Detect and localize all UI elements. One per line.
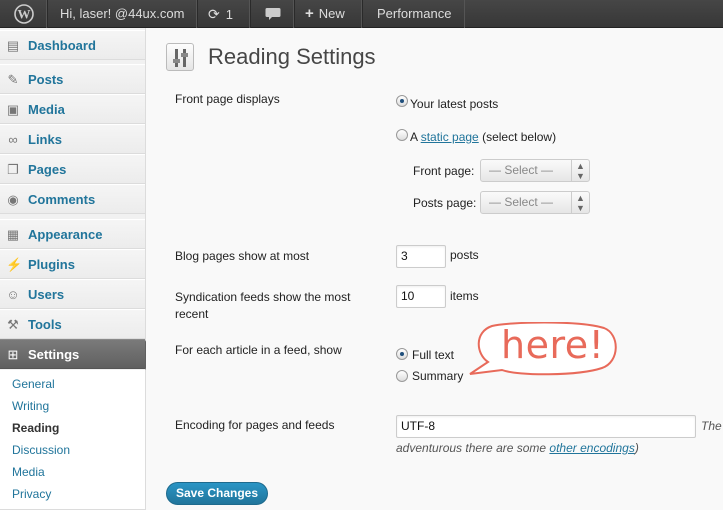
media-icon: ▣ <box>6 102 20 117</box>
sidebar-item-label: Tools <box>28 317 62 332</box>
sidebar-item-label: Plugins <box>28 257 75 272</box>
new-content-button[interactable]: + New <box>294 0 362 28</box>
refresh-icon: ⟳ <box>208 6 220 22</box>
syndication-label: Syndication feeds show the most recent <box>175 290 351 321</box>
link-icon: ∞ <box>8 132 18 147</box>
select-arrows-icon: ▲ ▼ <box>571 160 589 181</box>
select-value: — Select — <box>489 195 554 209</box>
submenu-reading[interactable]: Reading <box>12 417 59 439</box>
submenu-discussion[interactable]: Discussion <box>12 439 70 461</box>
sidebar-item-label: Settings <box>28 347 80 362</box>
feed-article-label: For each article in a feed, show <box>175 343 342 357</box>
radio-full-text[interactable] <box>396 348 408 360</box>
submenu-writing[interactable]: Writing <box>12 395 49 417</box>
encoding-label: Encoding for pages and feeds <box>175 418 335 432</box>
submenu-media[interactable]: Media <box>12 461 45 483</box>
sidebar-item-appearance[interactable]: ▦ Appearance <box>0 219 145 249</box>
front-page-select-label: Front page: <box>413 164 475 178</box>
blog-pages-label: Blog pages show at most <box>175 249 310 263</box>
sidebar-item-dashboard[interactable]: ▤ Dashboard <box>0 30 145 60</box>
save-changes-button[interactable]: Save Changes <box>166 482 268 505</box>
users-icon: ☺ <box>6 287 20 302</box>
svg-text:W: W <box>18 7 31 22</box>
blog-charset-input[interactable]: UTF-8 <box>396 415 696 438</box>
select-arrows-icon: ▲ ▼ <box>571 192 589 213</box>
radio-summary-label[interactable]: Summary <box>412 369 463 383</box>
sidebar-item-label: Users <box>28 287 65 302</box>
account-menu[interactable]: Hi, laser! @44ux.com <box>47 0 197 28</box>
encoding-desc-end: ) <box>634 441 639 455</box>
sidebar-item-label: Dashboard <box>28 38 96 53</box>
sidebar-item-pages[interactable]: ❐ Pages <box>0 154 145 184</box>
static-prefix: A <box>410 130 421 144</box>
items-unit: items <box>450 289 479 303</box>
sidebar-item-settings[interactable]: ⊞ Settings <box>0 339 154 370</box>
sidebar-item-users[interactable]: ☺ Users <box>0 279 145 309</box>
radio-static-page-label[interactable]: A static page (select below) <box>410 130 556 144</box>
admin-sidebar: ▤ Dashboard ✎ Posts ▣ Media ∞ Links ❐ Pages ◉… <box>0 28 154 510</box>
updates-count: 1 <box>225 7 233 22</box>
submenu-privacy[interactable]: Privacy <box>12 483 51 505</box>
other-encodings-link[interactable]: other encodings <box>549 441 634 455</box>
wordpress-logo-icon[interactable]: W <box>0 0 47 28</box>
here-callout-text: here! <box>501 323 605 367</box>
settings-icon: ⊞ <box>7 347 19 362</box>
sidebar-item-media[interactable]: ▣ Media <box>0 94 145 124</box>
select-value: — Select — <box>489 163 554 177</box>
appearance-icon: ▦ <box>6 227 20 242</box>
front-page-displays-label: Front page displays <box>175 92 280 106</box>
sidebar-item-label: Posts <box>28 72 64 87</box>
radio-static-page[interactable] <box>396 129 408 141</box>
encoding-desc: adventurous there are some other encodin… <box>396 440 639 457</box>
sidebar-item-label: Links <box>28 132 62 147</box>
comment-bubble-icon <box>265 8 281 20</box>
radio-full-text-label[interactable]: Full text <box>412 348 454 362</box>
dashboard-icon: ▤ <box>6 38 20 53</box>
pages-icon: ❐ <box>7 162 19 177</box>
encoding-desc-text: adventurous there are some <box>396 441 550 455</box>
encoding-desc-start: The <box>701 419 722 433</box>
sidebar-item-plugins[interactable]: ⚡ Plugins <box>0 249 145 279</box>
sidebar-item-posts[interactable]: ✎ Posts <box>0 64 145 94</box>
admin-bar: W Hi, laser! @44ux.com ⟳ 1 + New Performan… <box>0 0 723 28</box>
front-page-select[interactable]: — Select — ▲ ▼ <box>480 159 590 182</box>
plus-icon: + <box>305 5 314 22</box>
comment-icon: ◉ <box>7 192 19 207</box>
howdy-text: Hi, laser! @44ux.com <box>60 6 185 21</box>
static-suffix: (select below) <box>478 130 557 144</box>
sidebar-item-links[interactable]: ∞ Links <box>0 124 145 154</box>
new-label: New <box>318 6 345 21</box>
page-title: Reading Settings <box>208 44 376 69</box>
plugin-icon: ⚡ <box>6 257 23 272</box>
updates-button[interactable]: ⟳ 1 <box>197 0 250 28</box>
posts-per-rss-input[interactable]: 10 <box>396 285 446 308</box>
radio-summary[interactable] <box>396 370 408 382</box>
comments-button[interactable] <box>250 0 294 28</box>
performance-menu[interactable]: Performance <box>362 0 465 28</box>
sidebar-item-label: Comments <box>28 192 96 207</box>
settings-page-icon <box>166 43 194 71</box>
posts-unit: posts <box>450 248 479 262</box>
tools-icon: ⚒ <box>7 317 19 332</box>
posts-per-page-input[interactable]: 3 <box>396 245 446 268</box>
sidebar-item-label: Pages <box>28 162 67 177</box>
static-page-link[interactable]: static page <box>421 130 479 144</box>
posts-page-select[interactable]: — Select — ▲ ▼ <box>480 191 590 214</box>
pin-icon: ✎ <box>7 72 19 87</box>
sidebar-item-label: Media <box>28 102 65 117</box>
radio-latest-posts-label[interactable]: Your latest posts <box>410 97 498 111</box>
performance-label: Performance <box>377 6 452 21</box>
main-content: Reading Settings Front page displays You… <box>146 28 723 510</box>
posts-page-select-label: Posts page: <box>413 196 477 210</box>
sidebar-item-comments[interactable]: ◉ Comments <box>0 184 145 214</box>
radio-latest-posts[interactable] <box>396 95 408 107</box>
sidebar-item-tools[interactable]: ⚒ Tools <box>0 309 145 339</box>
submenu-general[interactable]: General <box>12 373 55 395</box>
sidebar-item-label: Appearance <box>28 227 103 242</box>
settings-submenu: General Writing Reading Discussion Media… <box>0 370 145 510</box>
